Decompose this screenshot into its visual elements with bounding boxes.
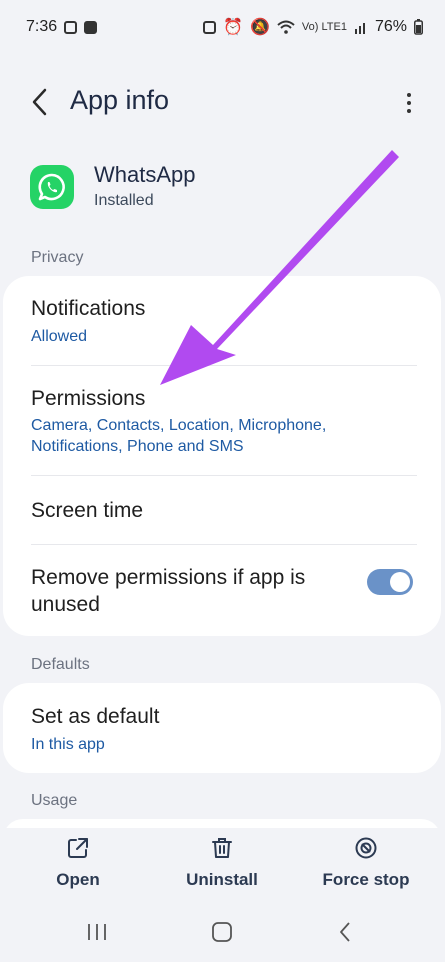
- permissions-list-line1: Camera, Contacts, Location, Microphone,: [31, 417, 327, 434]
- more-dot-icon: [407, 101, 411, 105]
- more-dot-icon: [407, 109, 411, 113]
- wifi-icon: [277, 20, 295, 34]
- mute-icon: 🔕: [250, 19, 270, 36]
- alarm-icon: ⏰: [223, 19, 243, 36]
- page-title: App info: [70, 85, 170, 115]
- force-stop-label: Force stop: [322, 870, 410, 889]
- set-as-default-title: Set as default: [31, 705, 160, 728]
- privacy-card: Notifications Allowed Permissions Camera…: [3, 276, 441, 636]
- recent-apps-button[interactable]: [72, 916, 122, 948]
- defaults-card: Set as default In this app: [3, 683, 441, 773]
- more-options-button[interactable]: [397, 86, 421, 120]
- bottom-action-bar: Open Uninstall Force stop: [0, 828, 445, 902]
- notifications-title: Notifications: [31, 297, 146, 320]
- set-as-default-sub: In this app: [31, 736, 105, 753]
- screen-time-row[interactable]: Screen time: [3, 476, 441, 544]
- sim-icon: [203, 20, 217, 34]
- signal-icon: [354, 23, 365, 34]
- app-status: Installed: [94, 192, 154, 209]
- battery-percent: 76%: [374, 18, 407, 35]
- trash-icon: [212, 838, 232, 858]
- instagram-icon: [64, 20, 78, 34]
- uninstall-button[interactable]: Uninstall: [167, 836, 277, 896]
- screen-time-title: Screen time: [31, 499, 144, 522]
- home-icon: [212, 922, 232, 942]
- section-label-defaults: Defaults: [31, 656, 90, 673]
- back-nav-button[interactable]: [320, 916, 370, 948]
- back-button[interactable]: [20, 84, 60, 120]
- open-button[interactable]: Open: [23, 836, 133, 896]
- set-as-default-row[interactable]: Set as default In this app: [3, 683, 441, 773]
- open-label: Open: [56, 870, 100, 889]
- status-right: ⏰ 🔕 Vo) LTE1 76%: [203, 17, 423, 37]
- battery-icon: [414, 19, 423, 35]
- force-stop-icon: [355, 837, 377, 859]
- whatsapp-logo-icon: [30, 165, 74, 209]
- notifications-status: Allowed: [31, 328, 88, 345]
- permissions-row[interactable]: Permissions Camera, Contacts, Location, …: [3, 366, 441, 475]
- notification-app-icon: [84, 20, 98, 34]
- recent-apps-icon: [88, 924, 106, 940]
- notifications-row[interactable]: Notifications Allowed: [3, 276, 441, 365]
- status-bar: 7:36 ⏰ 🔕 Vo) LTE1 76%: [0, 0, 445, 54]
- section-label-usage: Usage: [31, 792, 78, 809]
- app-header: WhatsApp Installed: [30, 162, 410, 216]
- system-nav-bar: [0, 902, 445, 962]
- app-bar: App info: [0, 72, 445, 132]
- remove-permissions-title-line1: Remove permissions if app is: [31, 566, 306, 589]
- section-label-privacy: Privacy: [31, 249, 84, 266]
- home-button[interactable]: [197, 916, 247, 948]
- remove-permissions-title-line2: unused: [31, 593, 100, 616]
- permissions-list-line2: Notifications, Phone and SMS: [31, 438, 244, 455]
- force-stop-button[interactable]: Force stop: [311, 836, 421, 896]
- remove-permissions-row[interactable]: Remove permissions if app is unused: [3, 545, 441, 636]
- remove-permissions-toggle[interactable]: [367, 569, 413, 595]
- status-left: 7:36: [26, 18, 98, 36]
- back-nav-icon: [340, 922, 350, 942]
- status-time: 7:36: [26, 18, 58, 35]
- network-label: Vo) LTE1: [301, 21, 347, 33]
- back-chevron-icon: [32, 88, 47, 116]
- toggle-knob: [390, 572, 410, 592]
- open-external-icon: [68, 838, 88, 858]
- uninstall-label: Uninstall: [186, 870, 258, 889]
- app-name: WhatsApp: [94, 162, 196, 187]
- more-dot-icon: [407, 93, 411, 97]
- permissions-title: Permissions: [31, 387, 146, 410]
